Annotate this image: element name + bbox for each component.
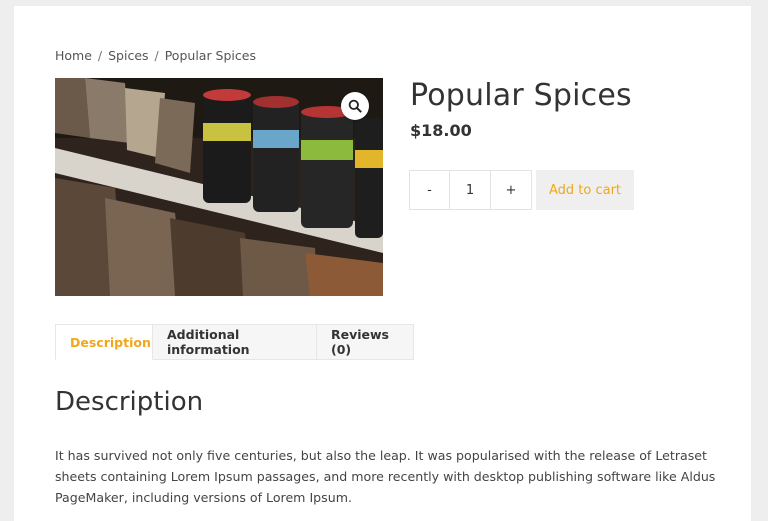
quantity-input[interactable]: 1 (450, 170, 491, 210)
tab-additional-information[interactable]: Additional information (153, 324, 317, 360)
breadcrumb: Home / Spices / Popular Spices (55, 48, 256, 63)
description-text: It has survived not only five centuries,… (55, 448, 716, 505)
description-heading: Description (55, 387, 204, 417)
quantity-decrease-button[interactable]: - (409, 170, 450, 210)
product-card: Home / Spices / Popular Spices Popular S… (14, 6, 751, 521)
product-price: $18.00 (410, 121, 472, 140)
add-to-cart-button[interactable]: Add to cart (536, 170, 634, 210)
spice-shelf-photo (55, 78, 383, 296)
tab-reviews[interactable]: Reviews (0) (317, 324, 414, 360)
breadcrumb-separator: / (154, 48, 159, 63)
product-tabs: Description Additional information Revie… (55, 324, 414, 360)
breadcrumb-home[interactable]: Home (55, 48, 92, 63)
quantity-increase-button[interactable]: + (491, 170, 532, 210)
zoom-button[interactable] (341, 92, 369, 120)
breadcrumb-spices[interactable]: Spices (108, 48, 148, 63)
quantity-stepper: - 1 + (409, 170, 532, 210)
product-title: Popular Spices (410, 78, 632, 113)
magnifier-icon (348, 99, 362, 113)
breadcrumb-separator: / (97, 48, 103, 63)
breadcrumb-current: Popular Spices (164, 48, 256, 63)
product-image[interactable] (55, 78, 383, 296)
tab-description[interactable]: Description (55, 324, 153, 360)
